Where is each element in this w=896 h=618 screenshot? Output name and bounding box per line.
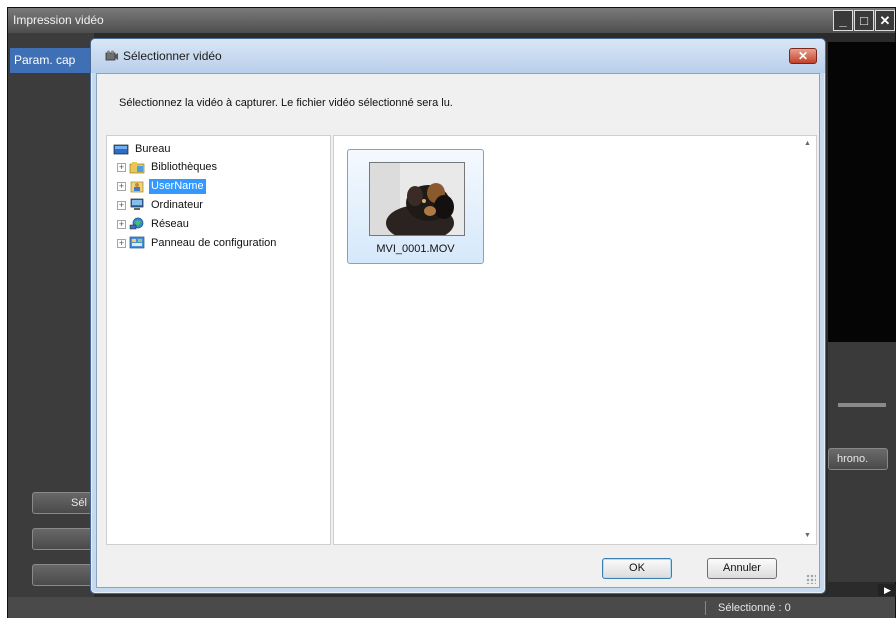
dialog-body: Sélectionnez la vidéo à capturer. Le fic…: [96, 73, 820, 588]
control-panel-icon: [129, 236, 145, 249]
expand-icon[interactable]: +: [117, 200, 126, 210]
scroll-right-icon[interactable]: ▶: [878, 584, 896, 596]
cancel-button[interactable]: Annuler: [707, 558, 777, 579]
expand-icon[interactable]: +: [117, 219, 126, 229]
app-left-panel: [8, 33, 94, 603]
chrono-button[interactable]: hrono.: [828, 448, 888, 470]
app-titlebar: Impression vidéo _ □ ✕: [8, 8, 895, 33]
video-thumbnail: [369, 162, 465, 236]
tree-item-network[interactable]: + Réseau: [117, 216, 191, 232]
position-slider[interactable]: [838, 403, 886, 407]
file-name: MVI_0001.MOV: [376, 243, 455, 255]
tree-item-username[interactable]: + UserName: [117, 178, 206, 194]
library-icon: [129, 162, 145, 174]
scroll-up-icon[interactable]: ▲: [799, 136, 816, 152]
ok-button[interactable]: OK: [602, 558, 672, 579]
expand-icon[interactable]: +: [117, 162, 126, 172]
select-button[interactable]: Sél: [32, 492, 96, 514]
tree-label: Panneau de configuration: [151, 236, 277, 249]
minimize-icon[interactable]: _: [833, 10, 853, 31]
tree-label: UserName: [149, 178, 206, 194]
dialog-titlebar: Sélectionner vidéo ✕: [91, 39, 825, 73]
close-icon[interactable]: ✕: [789, 48, 817, 64]
user-folder-icon: [130, 181, 144, 193]
tree-label: Bibliothèques: [151, 160, 218, 173]
network-icon: [129, 217, 144, 230]
file-list[interactable]: MVI_0001.MOV ▲ ▼: [333, 135, 817, 545]
tree-item-control-panel[interactable]: + Panneau de configuration: [117, 235, 278, 251]
dog-photo-thumbnail: [370, 163, 464, 235]
desktop-icon: [113, 144, 129, 154]
expand-icon[interactable]: +: [117, 181, 126, 191]
tree-label: Réseau: [151, 217, 189, 230]
computer-icon: [130, 198, 144, 210]
tree-item-libraries[interactable]: + Bibliothèques: [117, 159, 219, 175]
scroll-down-icon[interactable]: ▼: [799, 528, 816, 544]
side-button-3[interactable]: [32, 564, 96, 586]
tree-label: Bureau: [135, 143, 171, 155]
tab-capture-settings[interactable]: Param. cap: [10, 48, 94, 73]
folder-tree[interactable]: Bureau + Bibliothèques + UserName + Ordi…: [106, 135, 331, 545]
close-icon[interactable]: ✕: [875, 10, 895, 31]
maximize-icon[interactable]: □: [854, 10, 874, 31]
video-camera-icon: [105, 50, 118, 61]
tree-item-computer[interactable]: + Ordinateur: [117, 197, 205, 213]
instruction-text: Sélectionnez la vidéo à capturer. Le fic…: [119, 97, 453, 109]
resize-grip-icon[interactable]: [806, 574, 816, 584]
select-video-dialog: Sélectionner vidéo ✕ Sélectionnez la vid…: [90, 38, 826, 594]
selected-count: Sélectionné : 0: [718, 602, 791, 614]
vertical-scrollbar[interactable]: ▲ ▼: [799, 136, 816, 544]
file-item[interactable]: MVI_0001.MOV: [347, 149, 484, 264]
tree-item-desktop[interactable]: Bureau: [113, 142, 172, 157]
expand-icon[interactable]: +: [117, 238, 126, 248]
status-bar: Sélectionné : 0: [8, 597, 895, 618]
dialog-title: Sélectionner vidéo: [123, 49, 222, 63]
side-button-2[interactable]: [32, 528, 96, 550]
app-title: Impression vidéo: [13, 13, 104, 27]
window-controls: _ □ ✕: [833, 10, 895, 31]
video-preview-area: [828, 42, 896, 342]
tree-label: Ordinateur: [151, 198, 203, 211]
status-separator: [705, 601, 706, 615]
